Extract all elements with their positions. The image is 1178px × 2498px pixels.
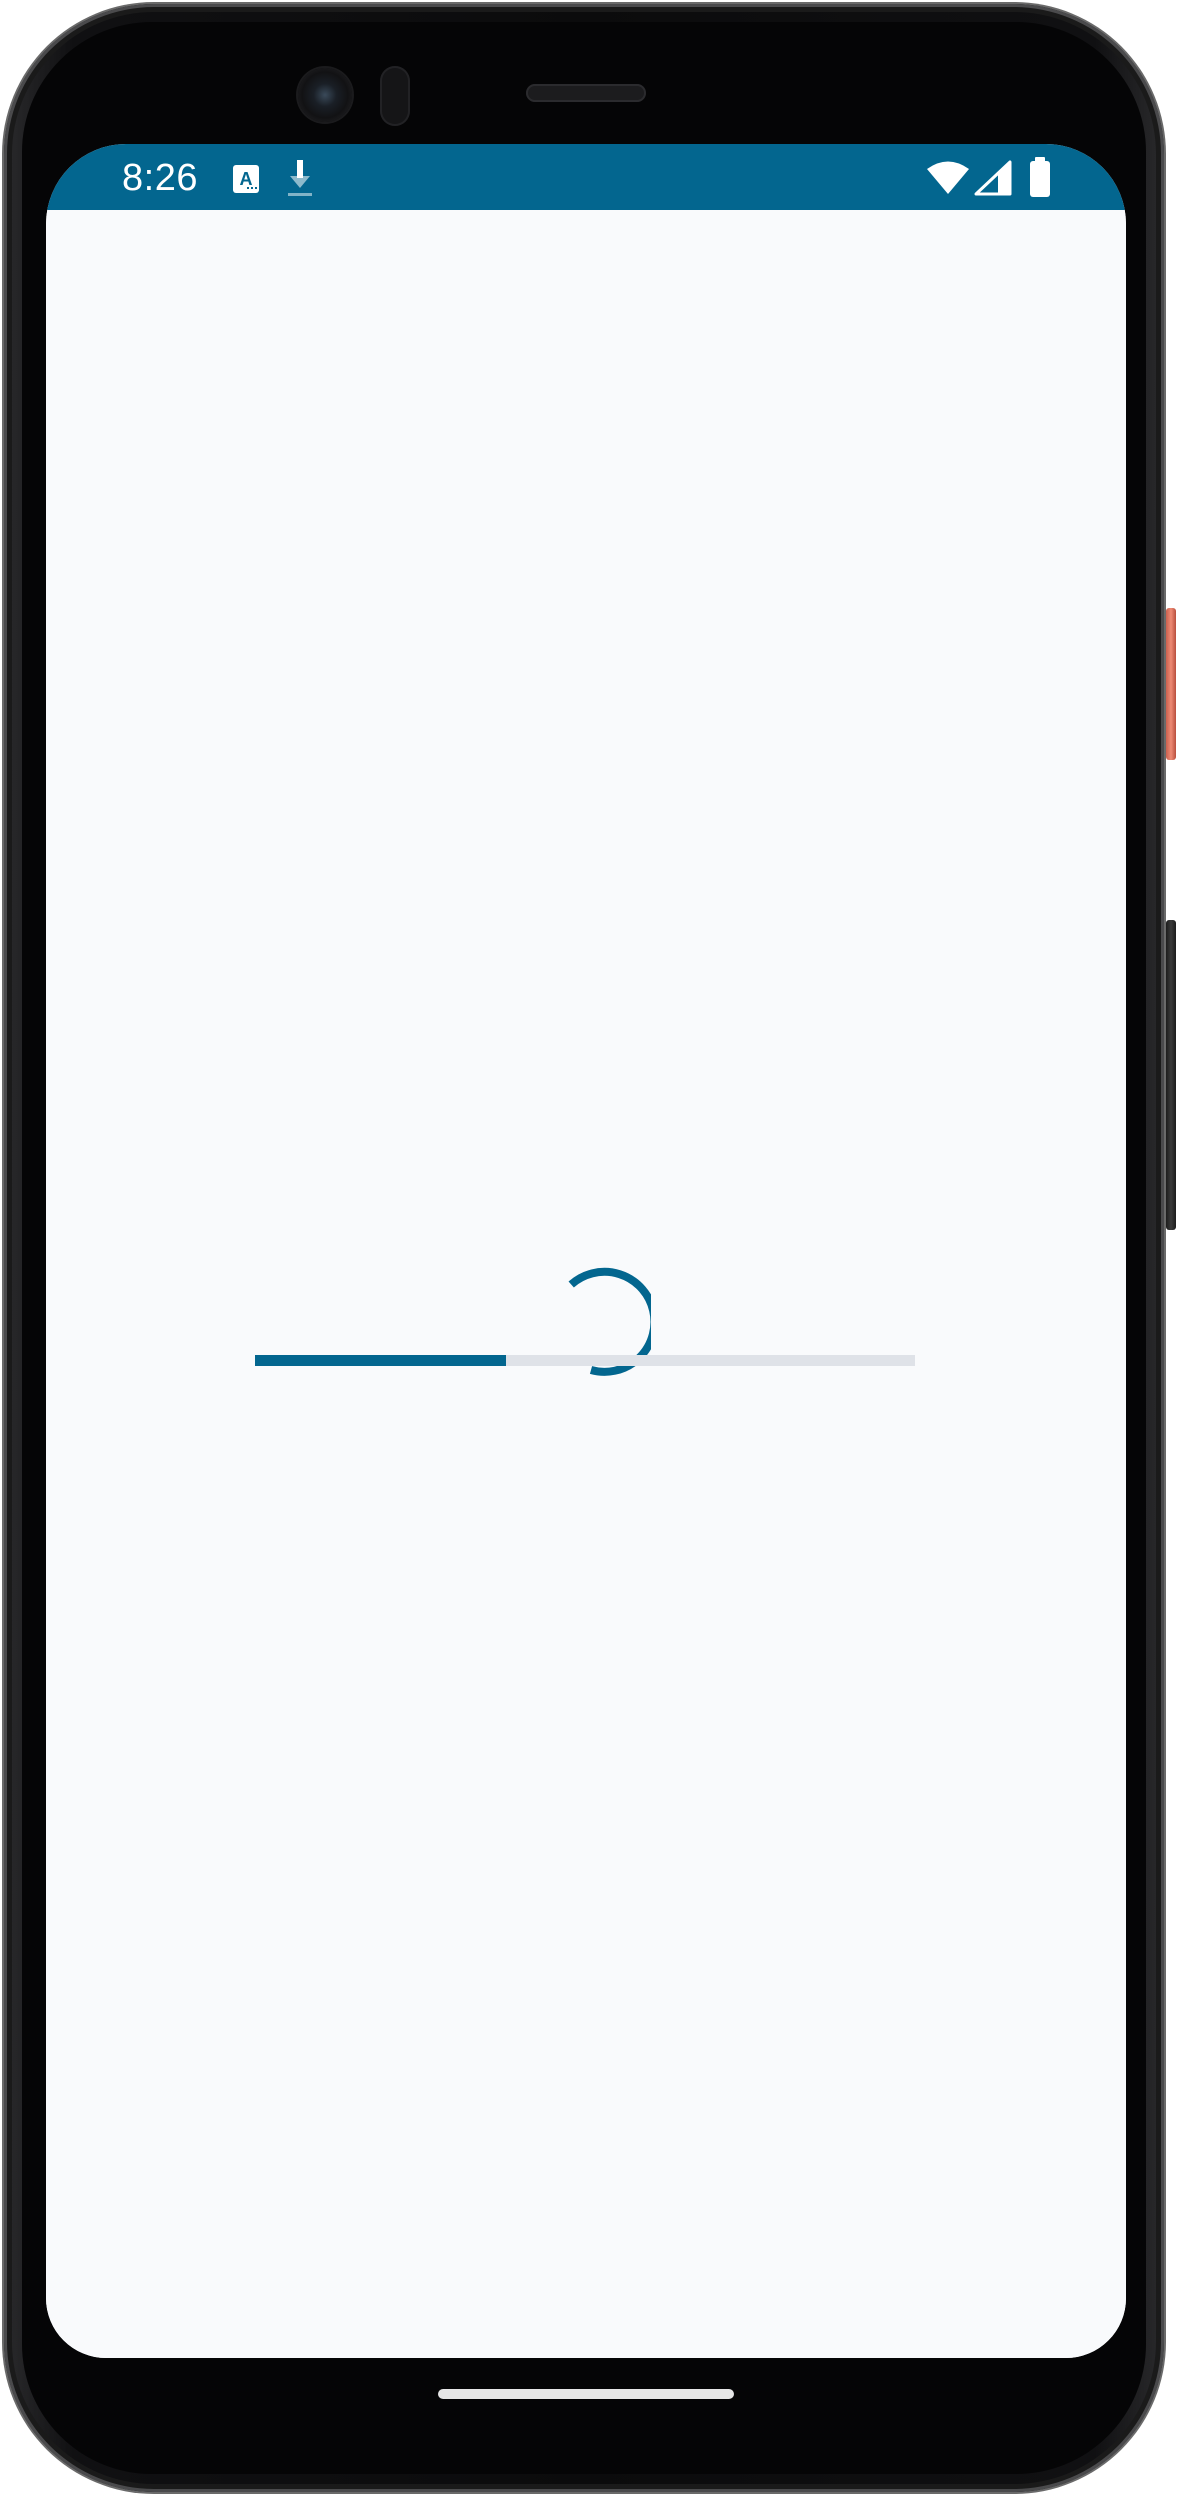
cellular-signal-icon	[974, 160, 1012, 196]
gesture-handle[interactable]	[438, 2389, 734, 2399]
screen: 8:26 A	[46, 144, 1126, 2358]
front-camera	[298, 68, 352, 122]
earpiece-speaker	[526, 84, 646, 102]
proximity-sensor	[380, 66, 410, 126]
battery-icon	[1030, 157, 1050, 197]
phone-device-frame: 8:26 A	[0, 0, 1178, 2498]
wifi-icon	[927, 161, 969, 194]
power-button	[1166, 608, 1176, 760]
loading-screen	[46, 210, 1126, 2358]
status-time: 8:26	[122, 157, 198, 199]
accessibility-app-icon: A	[233, 165, 259, 193]
loading-progress-fill	[255, 1355, 506, 1366]
status-bar: 8:26 A	[46, 144, 1126, 210]
volume-button	[1166, 920, 1176, 1230]
loading-progress-bar	[255, 1355, 915, 1366]
svg-text:A: A	[240, 169, 253, 189]
download-icon	[288, 160, 312, 196]
